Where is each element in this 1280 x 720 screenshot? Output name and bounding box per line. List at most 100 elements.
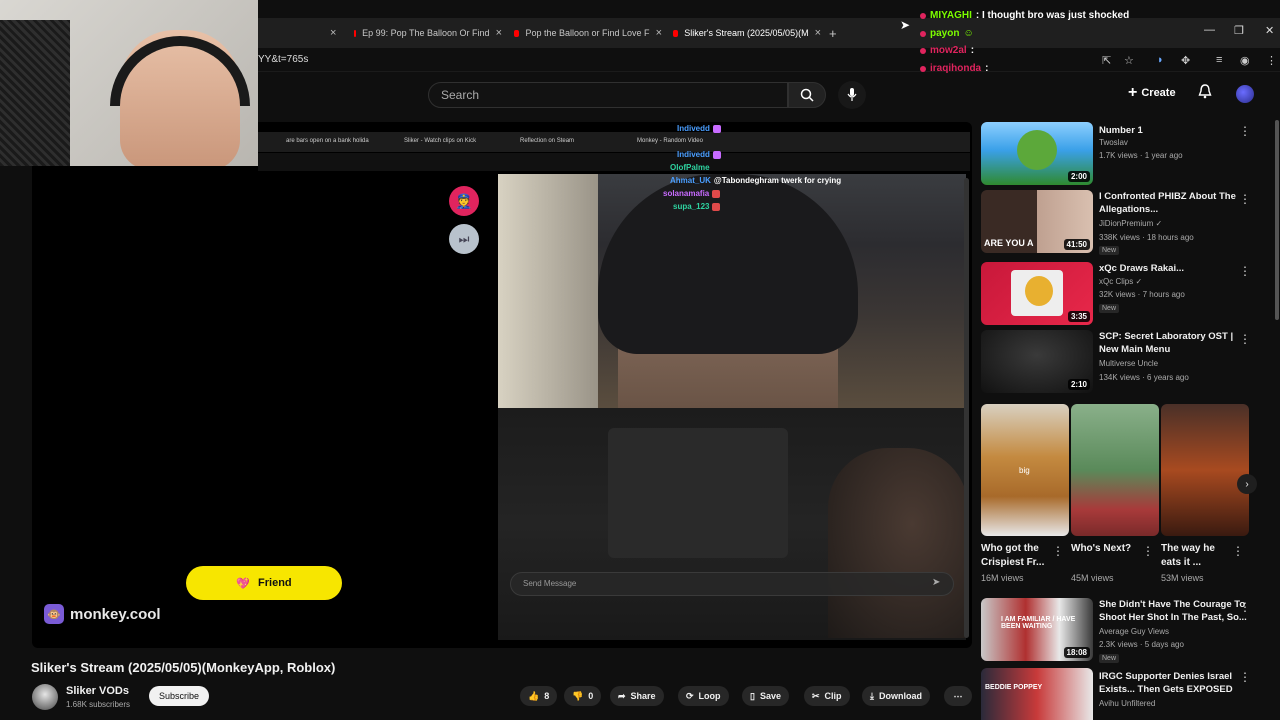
channel-name[interactable]: Sliker VODs — [66, 685, 129, 697]
more-vertical-icon[interactable]: ⋮ — [1142, 544, 1154, 558]
save-button[interactable]: ▯ Save — [742, 686, 789, 706]
more-vertical-icon[interactable]: ⋮ — [1232, 544, 1244, 558]
clip-button[interactable]: ✂ Clip — [804, 686, 850, 706]
install-app-icon[interactable]: ⇱ — [1102, 54, 1111, 67]
subscribe-button[interactable]: Subscribe — [149, 686, 210, 706]
thumbs-down-icon: 👎 — [572, 690, 584, 701]
more-vertical-icon[interactable]: ⋮ — [1052, 544, 1064, 558]
close-tab-icon[interactable]: × — [496, 27, 502, 39]
more-vertical-icon[interactable]: ⋮ — [1239, 192, 1251, 206]
plus-icon: + — [1128, 84, 1138, 101]
short-title[interactable]: The way he eats it ... — [1161, 542, 1233, 570]
monkey-logo-icon: 🐵 — [44, 604, 64, 624]
short-thumbnail[interactable] — [1161, 404, 1249, 536]
puzzle-icon[interactable]: ✥ — [1181, 54, 1190, 67]
recommendation-title[interactable]: IRGC Supporter Denies Israel Exists... T… — [1099, 670, 1249, 696]
share-icon: ➦ — [618, 690, 626, 701]
scissors-icon: ✂ — [812, 690, 820, 701]
recommendation-item[interactable]: 3:35 xQc Draws Rakai... xQc Clips ✓ 32K … — [981, 262, 1277, 328]
short-thumbnail[interactable]: big — [981, 404, 1069, 536]
short-thumbnail[interactable] — [1071, 404, 1159, 536]
recommendation-item[interactable]: ARE YOU A 41:50 I Confronted PHIBZ About… — [981, 190, 1277, 256]
browser-tab-2[interactable]: Pop the Balloon or Find Love F × — [514, 22, 662, 44]
new-badge: New — [1099, 304, 1120, 313]
extension-icon[interactable]: ◗ — [1157, 54, 1164, 66]
recommendation-item[interactable]: 2:00 Number 1 Twoslav 1.7K views · 1 yea… — [981, 122, 1277, 188]
short-title[interactable]: Who's Next? — [1071, 542, 1143, 556]
minimize-icon[interactable]: — — [1204, 24, 1215, 36]
emote-icon: ☺ — [963, 28, 974, 39]
friend-button[interactable]: 💖 Friend — [186, 566, 342, 600]
close-tab-icon[interactable]: × — [656, 27, 662, 39]
recommendation-title[interactable]: She Didn't Have The Courage To Shoot Her… — [1099, 598, 1249, 624]
browser-tab-3[interactable]: Sliker's Stream (2025/05/05)(M × — [673, 22, 821, 44]
video-thumbnail[interactable]: 2:00 — [981, 122, 1093, 185]
search-icon — [800, 88, 814, 102]
short-views: 45M views — [1071, 573, 1114, 583]
recommendation-channel[interactable]: Avihu Unfiltered — [1099, 699, 1155, 708]
more-actions-button[interactable]: ⋯ — [944, 686, 972, 706]
friend-label: Friend — [258, 577, 292, 589]
more-vertical-icon[interactable]: ⋮ — [1239, 264, 1251, 278]
browser-menu-icon[interactable]: ⋮ — [1266, 54, 1277, 67]
browser-tab-0[interactable]: × — [258, 22, 343, 44]
video-thumbnail[interactable]: ARE YOU A 41:50 — [981, 190, 1093, 253]
user-avatar[interactable] — [1236, 85, 1254, 103]
recommendation-channel[interactable]: xQc Clips ✓ — [1099, 277, 1142, 286]
recommendation-item[interactable]: I AM FAMILIAR / HAVE BEEN WAITING 18:08 … — [981, 598, 1277, 664]
monkey-brand: 🐵 monkey.cool — [44, 604, 161, 624]
dislike-button[interactable]: 👎 0 — [564, 686, 602, 706]
overlay-chat-line: Ahmat_UK @Tabondeghram twerk for crying — [670, 176, 842, 185]
loop-button[interactable]: ⟳ Loop — [678, 686, 729, 706]
close-tab-icon[interactable]: × — [330, 27, 336, 39]
url-text[interactable]: YY&t=765s — [258, 54, 308, 65]
create-button[interactable]: + Create — [1128, 84, 1176, 102]
report-police-button[interactable]: 👮 — [449, 186, 479, 216]
recommendation-item[interactable]: 2:10 SCP: Secret Laboratory OST | New Ma… — [981, 330, 1277, 396]
recommendation-title[interactable]: Number 1 — [1099, 124, 1249, 137]
heart-icon: 💖 — [236, 577, 251, 590]
restore-icon[interactable]: ❐ — [1234, 24, 1244, 37]
like-button[interactable]: 👍 8 — [520, 686, 558, 706]
close-window-icon[interactable]: ✕ — [1265, 24, 1274, 37]
more-horizontal-icon: ⋯ — [953, 690, 963, 701]
video-title: Sliker's Stream (2025/05/05)(MonkeyApp, … — [31, 660, 336, 675]
tab-label: Ep 99: Pop The Balloon Or Find — [362, 28, 490, 38]
channel-avatar[interactable] — [32, 684, 58, 710]
download-button[interactable]: ⤓ Download — [862, 686, 930, 706]
video-thumbnail[interactable]: 2:10 — [981, 330, 1093, 393]
more-vertical-icon[interactable]: ⋮ — [1239, 600, 1251, 614]
more-vertical-icon[interactable]: ⋮ — [1239, 670, 1251, 684]
recommendation-item[interactable]: BEDDIE POPPEY IRGC Supporter Denies Isra… — [981, 668, 1277, 720]
profile-icon[interactable]: ◉ — [1240, 54, 1250, 67]
notifications-bell-icon[interactable] — [1198, 84, 1212, 102]
video-thumbnail[interactable]: 3:35 — [981, 262, 1093, 325]
voice-search-button[interactable] — [838, 81, 866, 109]
recommendation-channel[interactable]: Multiverse Uncle — [1099, 359, 1158, 368]
close-tab-icon[interactable]: × — [815, 27, 821, 39]
short-title[interactable]: Who got the Crispiest Fr... — [981, 542, 1053, 570]
page-scrollbar[interactable] — [1275, 120, 1279, 320]
recommendation-channel[interactable]: Average Guy Views — [1099, 627, 1169, 636]
recommendation-title[interactable]: xQc Draws Rakai... — [1099, 262, 1249, 275]
send-icon[interactable]: ➤ — [932, 577, 940, 588]
recommendation-channel[interactable]: Twoslav — [1099, 138, 1128, 147]
browser-tab-1[interactable]: Ep 99: Pop The Balloon Or Find × — [354, 22, 502, 44]
share-button[interactable]: ➦ Share — [610, 686, 664, 706]
verified-icon: ✓ — [1155, 219, 1163, 228]
recommendation-title[interactable]: SCP: Secret Laboratory OST | New Main Me… — [1099, 330, 1249, 356]
send-message-input[interactable]: Send Message — [510, 572, 954, 596]
media-icon[interactable]: ≡ — [1216, 54, 1222, 66]
recommendation-channel[interactable]: JiDionPremium ✓ — [1099, 219, 1162, 228]
search-input[interactable]: Search — [428, 82, 788, 108]
recommendation-title[interactable]: I Confronted PHIBZ About The Allegations… — [1099, 190, 1249, 216]
video-thumbnail[interactable]: BEDDIE POPPEY — [981, 668, 1093, 720]
skip-button[interactable]: ⏭ — [449, 224, 479, 254]
video-thumbnail[interactable]: I AM FAMILIAR / HAVE BEEN WAITING 18:08 — [981, 598, 1093, 661]
more-vertical-icon[interactable]: ⋮ — [1239, 332, 1251, 346]
more-vertical-icon[interactable]: ⋮ — [1239, 124, 1251, 138]
new-tab-button[interactable]: + — [829, 22, 843, 44]
bookmark-star-icon[interactable]: ☆ — [1124, 54, 1134, 67]
chevron-right-icon[interactable]: › — [1237, 474, 1257, 494]
search-button[interactable] — [788, 82, 826, 108]
